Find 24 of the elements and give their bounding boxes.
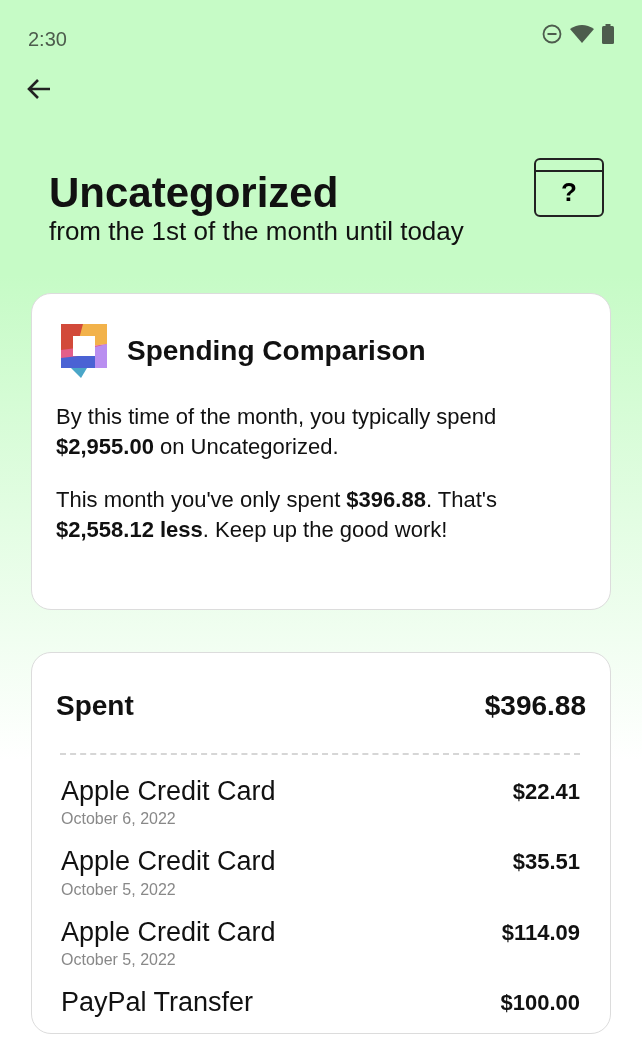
card-title: Spending Comparison bbox=[127, 334, 426, 368]
transaction-name: Apple Credit Card bbox=[61, 845, 276, 878]
transaction-date: October 6, 2022 bbox=[61, 809, 177, 830]
transaction-name: Apple Credit Card bbox=[61, 775, 276, 808]
wifi-icon bbox=[570, 25, 594, 43]
transaction-amount: $100.00 bbox=[500, 989, 580, 1018]
transaction-name: PayPal Transfer bbox=[61, 986, 254, 1019]
transaction-date: October 5, 2022 bbox=[61, 879, 177, 900]
do-not-disturb-icon bbox=[542, 24, 562, 44]
transaction-amount: $22.41 bbox=[512, 778, 580, 806]
transaction-amount: $114.09 bbox=[501, 918, 580, 947]
page-title: Uncategorized bbox=[49, 170, 339, 217]
transaction-amount: $35.51 bbox=[512, 848, 580, 877]
logo-icon bbox=[61, 324, 107, 378]
help-button[interactable]: ? bbox=[534, 158, 604, 217]
summary-text: By this time of the month, you typically spend $2,955.00 on Uncategorized. bbox=[56, 403, 498, 461]
battery-icon bbox=[602, 24, 614, 44]
spent-label: Spent bbox=[56, 689, 134, 723]
page-subtitle: from the 1st of the month until today bbox=[49, 216, 465, 248]
transaction-date: October 5, 2022 bbox=[61, 950, 177, 971]
transaction-name: Apple Credit Card bbox=[61, 915, 276, 949]
spent-total: $396.88 bbox=[484, 689, 586, 723]
status-time: 2:30 bbox=[28, 27, 67, 52]
summary-text: This month you've only spent $396.88. That's $2,558.12 less. Keep up the good work! bbox=[56, 486, 498, 545]
